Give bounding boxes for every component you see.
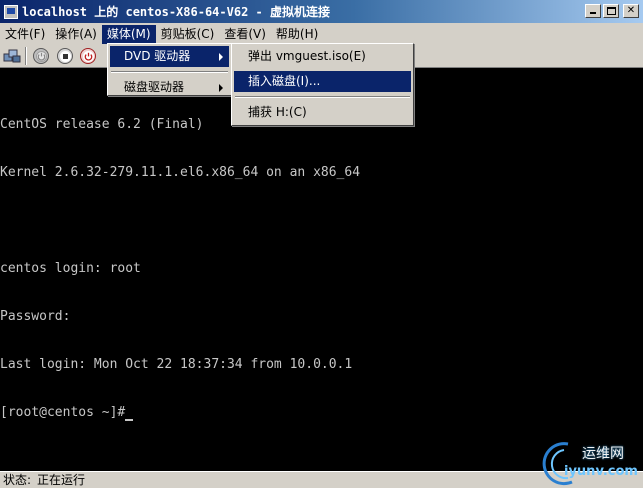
menu-item-capture[interactable]: 捕获 H:(C) <box>234 102 411 123</box>
minimize-button[interactable] <box>585 4 601 18</box>
start-button[interactable] <box>33 48 49 64</box>
menu-bar: 文件(F) 操作(A) 媒体(M) 剪贴板(C) 查看(V) 帮助(H) <box>0 24 643 44</box>
window-controls: ✕ <box>585 4 639 18</box>
close-button[interactable]: ✕ <box>623 4 639 18</box>
console-line: Last login: Mon Oct 22 18:37:34 from 10.… <box>0 357 353 372</box>
shell-prompt: [root@centos ~]# <box>0 405 126 420</box>
shutdown-button[interactable] <box>80 48 96 64</box>
menu-item-eject[interactable]: 弹出 vmguest.iso(E) <box>234 46 411 67</box>
minimize-icon <box>590 12 596 14</box>
console-prompt-line: [root@centos ~]# <box>0 405 643 421</box>
console-line: Password: <box>0 309 71 324</box>
text-cursor <box>125 419 134 421</box>
maximize-button[interactable] <box>603 4 619 18</box>
menu-file[interactable]: 文件(F) <box>0 25 50 44</box>
site-watermark: 运维网 iyunv.com <box>538 438 643 488</box>
keyboard-icon <box>3 49 21 63</box>
menu-action[interactable]: 操作(A) <box>50 25 102 44</box>
menu-separator <box>235 96 410 98</box>
vm-console-screen[interactable]: CentOS release 6.2 (Final) Kernel 2.6.32… <box>0 69 643 471</box>
shutdown-icon <box>82 50 94 62</box>
submenu-arrow-icon <box>219 84 223 92</box>
watermark-text-cn: 运维网 <box>582 446 624 462</box>
turn-off-button[interactable] <box>57 48 73 64</box>
menu-item-insert-disk[interactable]: 插入磁盘(I)... <box>234 71 411 92</box>
menu-media[interactable]: 媒体(M) <box>101 24 156 44</box>
vm-connection-icon <box>4 4 18 19</box>
status-label: 状态: <box>3 473 32 487</box>
menu-clipboard[interactable]: 剪贴板(C) <box>156 25 220 44</box>
ctrl-alt-del-button[interactable] <box>3 48 21 64</box>
maximize-icon <box>607 7 616 15</box>
menu-item-disk-drive[interactable]: 磁盘驱动器 <box>110 77 229 98</box>
toolbar-separator <box>25 47 27 65</box>
menu-separator <box>111 71 228 73</box>
status-value: 正在运行 <box>37 473 86 487</box>
menu-item-label: 磁盘驱动器 <box>124 80 185 94</box>
menu-item-dvd-drive[interactable]: DVD 驱动器 <box>110 46 229 67</box>
stop-icon <box>59 50 71 62</box>
watermark-text-en: iyunv.com <box>564 464 638 479</box>
menu-help[interactable]: 帮助(H) <box>271 25 323 44</box>
submenu-arrow-icon <box>219 53 223 61</box>
menu-item-label: DVD 驱动器 <box>124 49 191 63</box>
close-icon: ✕ <box>626 5 636 16</box>
media-menu-dropdown: DVD 驱动器 磁盘驱动器 <box>107 43 232 96</box>
power-icon <box>35 50 47 62</box>
console-line: Kernel 2.6.32-279.11.1.el6.x86_64 on an … <box>0 165 361 180</box>
dvd-drive-submenu: 弹出 vmguest.iso(E) 插入磁盘(I)... 捕获 H:(C) <box>231 43 414 126</box>
console-line: centos login: root <box>0 261 141 276</box>
title-bar[interactable]: localhost 上的 centos-X86-64-V62 - 虚拟机连接 ✕ <box>0 0 643 24</box>
window-title: localhost 上的 centos-X86-64-V62 - 虚拟机连接 <box>22 5 330 19</box>
menu-view[interactable]: 查看(V) <box>219 25 271 44</box>
